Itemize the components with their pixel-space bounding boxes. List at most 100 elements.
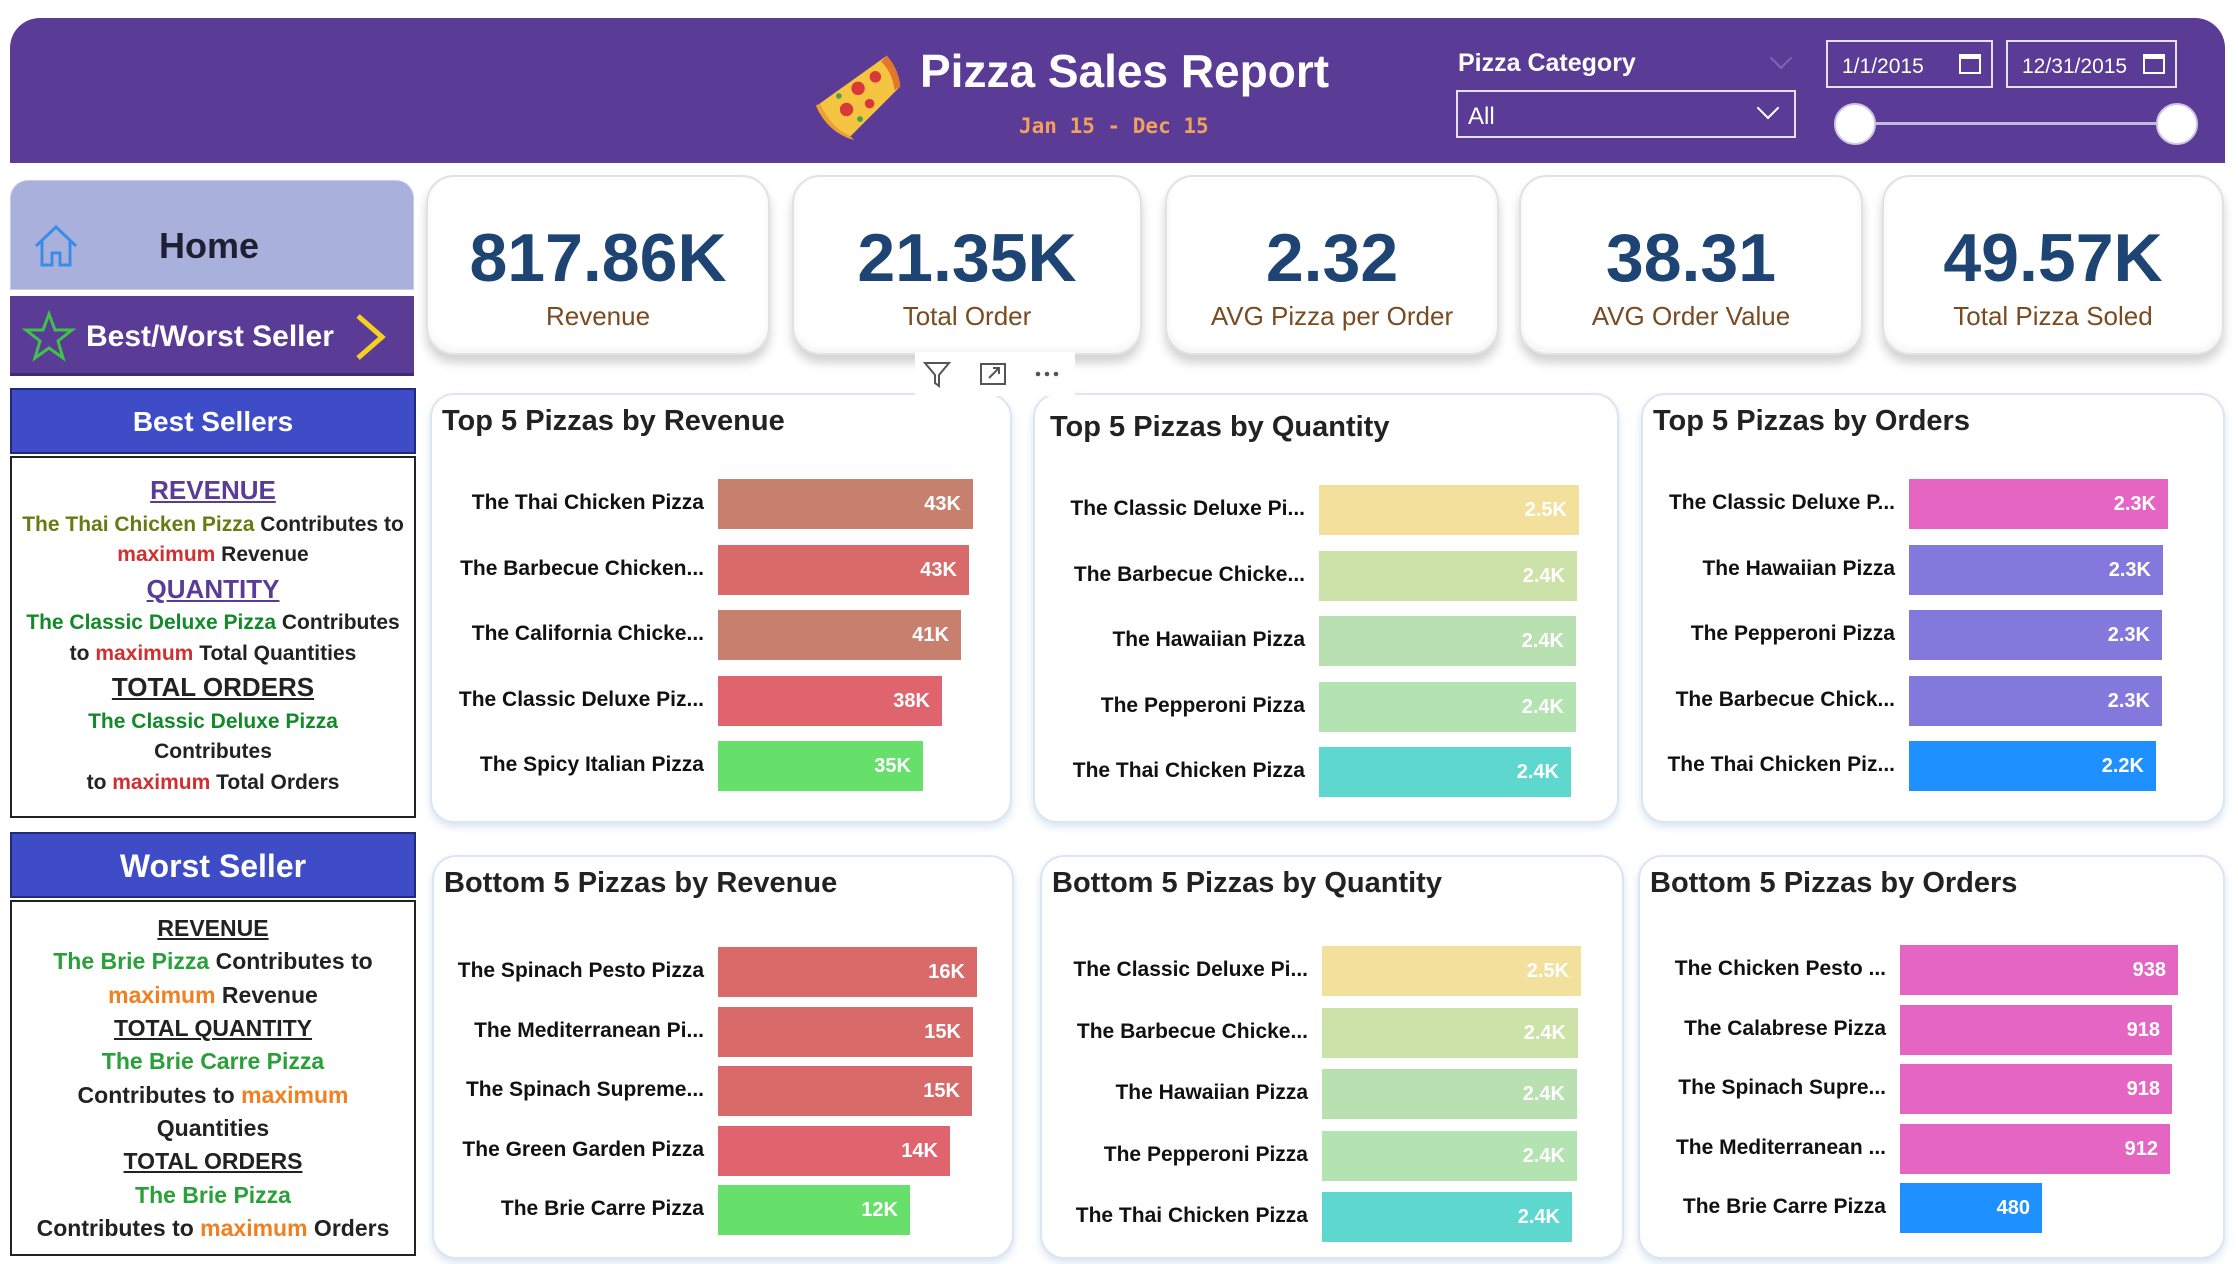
bar-row[interactable]: The Barbecue Chick... 2.3K [1643, 675, 2187, 726]
start-date-input[interactable]: 1/1/2015 [1826, 40, 1993, 88]
chart-card-top-quantity[interactable]: Top 5 Pizzas by Quantity The Classic Del… [1033, 393, 1619, 823]
bar[interactable]: 2.4K [1319, 681, 1576, 732]
more-options-icon[interactable] [1031, 358, 1063, 390]
bar-row[interactable]: The Spinach Pesto Pizza 16K [434, 947, 992, 997]
bar-row[interactable]: The Thai Chicken Pizza 43K [432, 479, 1000, 529]
bar[interactable]: 35K [718, 741, 923, 791]
bar[interactable]: 14K [718, 1125, 950, 1176]
bar[interactable]: 918 [1900, 1004, 2172, 1055]
bar[interactable]: 15K [718, 1006, 973, 1057]
worst-quantity-word: Quantities [156, 1115, 270, 1142]
bar-row[interactable]: The Spinach Supreme... 15K [434, 1066, 992, 1116]
bar-category-label: The Thai Chicken Pizza [1075, 1204, 1308, 1227]
bar-category-label: The Spinach Pesto Pizza [457, 959, 704, 982]
bar[interactable]: 2.4K [1319, 747, 1571, 797]
bar[interactable]: 2.4K [1319, 550, 1577, 601]
date-range-slider-end-handle[interactable] [2156, 103, 2198, 145]
bar-category-label: The Green Garden Pizza [462, 1137, 704, 1161]
chart-title: Bottom 5 Pizzas by Quantity [1052, 867, 1442, 899]
chart-card-bottom-revenue[interactable]: Bottom 5 Pizzas by Revenue The Spinach P… [432, 855, 1014, 1259]
bar-row[interactable]: The Barbecue Chicken... 43K [432, 544, 1000, 595]
bar-row[interactable]: The Pepperoni Pizza 2.4K [1035, 681, 1595, 732]
bar-row[interactable]: The Hawaiian Pizza 2.4K [1042, 1069, 1596, 1119]
bar-row[interactable]: The Classic Deluxe Pi... 2.5K [1042, 946, 1596, 996]
bar-row[interactable]: The Thai Chicken Pizza 2.4K [1035, 747, 1595, 797]
kpi-value: 49.57K [1943, 220, 2163, 296]
bar[interactable]: 2.5K [1319, 485, 1579, 535]
bar[interactable]: 912 [1900, 1123, 2170, 1174]
bar[interactable]: 2.3K [1909, 610, 2162, 660]
bar-row[interactable]: The Green Garden Pizza 14K [434, 1125, 992, 1176]
end-date-input[interactable]: 12/31/2015 [2006, 40, 2177, 88]
bar[interactable]: 938 [1900, 945, 2178, 995]
bar[interactable]: 12K [718, 1185, 910, 1235]
home-nav-button[interactable]: Home [10, 180, 414, 290]
chart-card-top-revenue[interactable]: Top 5 Pizzas by Revenue The Thai Chicken… [430, 393, 1012, 823]
calendar-icon[interactable] [2143, 54, 2165, 74]
bar-category-label: The Spicy Italian Pizza [479, 753, 704, 776]
bar-row[interactable]: The Barbecue Chicke... 2.4K [1035, 550, 1595, 601]
bar-row[interactable]: The California Chicke... 41K [432, 610, 1000, 660]
worst-orders-word: Orders [307, 1215, 390, 1242]
pizza-category-dropdown[interactable]: All [1456, 90, 1796, 138]
chevron-right-icon [356, 314, 386, 360]
kpi-value: 38.31 [1605, 220, 1777, 296]
bar[interactable]: 43K [718, 479, 973, 529]
bar-row[interactable]: The Thai Chicken Pizza 2.4K [1042, 1192, 1596, 1242]
bar[interactable]: 2.4K [1322, 1007, 1578, 1058]
bar-row[interactable]: The Hawaiian Pizza 2.4K [1035, 616, 1595, 666]
chevron-down-icon[interactable] [1769, 46, 1793, 70]
best-quantity-word: Total Quantities [193, 641, 357, 665]
bar[interactable]: 2.4K [1322, 1192, 1572, 1242]
bar[interactable]: 15K [718, 1066, 972, 1116]
bar[interactable]: 41K [718, 610, 961, 660]
bar[interactable]: 2.3K [1909, 544, 2163, 595]
date-range-slider-start-handle[interactable] [1834, 103, 1876, 145]
worst-revenue-pizza: The Brie Pizza [53, 948, 210, 975]
bar-row[interactable]: The Classic Deluxe Piz... 38K [432, 675, 1000, 726]
bar-value-label: 2.4K [1521, 630, 1564, 652]
bar-row[interactable]: The Classic Deluxe Pi... 2.5K [1035, 485, 1595, 535]
chart-card-top-orders[interactable]: Top 5 Pizzas by Orders The Classic Delux… [1641, 393, 2225, 823]
bar[interactable]: 918 [1900, 1064, 2172, 1114]
best-worst-seller-nav-button[interactable]: Best/Worst Seller [10, 296, 414, 376]
bar-row[interactable]: The Mediterranean ... 912 [1640, 1123, 2190, 1174]
bar[interactable]: 2.4K [1319, 616, 1576, 666]
chart-card-bottom-quantity[interactable]: Bottom 5 Pizzas by Quantity The Classic … [1040, 855, 1624, 1259]
bar[interactable]: 16K [718, 947, 977, 997]
bar[interactable]: 2.2K [1909, 741, 2156, 791]
pizza-slice-icon [815, 55, 901, 141]
best-sellers-panel: REVENUE The Thai Chicken Pizza Contribut… [10, 456, 416, 818]
chart-title: Top 5 Pizzas by Orders [1653, 405, 1970, 437]
chart-card-bottom-orders[interactable]: Bottom 5 Pizzas by Orders The Chicken Pe… [1638, 855, 2225, 1259]
filter-icon[interactable] [921, 358, 953, 390]
bar-value-label: 2.3K [2113, 493, 2156, 515]
calendar-icon[interactable] [1959, 54, 1981, 74]
bar[interactable]: 480 [1900, 1183, 2042, 1233]
focus-mode-icon[interactable] [977, 358, 1009, 390]
bar-row[interactable]: The Brie Carre Pizza 480 [1640, 1183, 2190, 1233]
bar-row[interactable]: The Pepperoni Pizza 2.4K [1042, 1130, 1596, 1181]
date-range-slider-track[interactable] [1855, 122, 2177, 125]
worst-orders-contrib: Contributes to [36, 1215, 201, 1242]
bar-row[interactable]: The Hawaiian Pizza 2.3K [1643, 544, 2187, 595]
bar-row[interactable]: The Barbecue Chicke... 2.4K [1042, 1007, 1596, 1058]
bar[interactable]: 38K [718, 675, 942, 726]
bar-value-label: 938 [2132, 959, 2166, 981]
bar-row[interactable]: The Classic Deluxe P... 2.3K [1643, 479, 2187, 529]
bar-row[interactable]: The Thai Chicken Piz... 2.2K [1643, 741, 2187, 791]
bar[interactable]: 2.5K [1322, 946, 1581, 996]
bar[interactable]: 2.3K [1909, 479, 2168, 529]
bar-row[interactable]: The Chicken Pesto ... 938 [1640, 945, 2190, 995]
bar-row[interactable]: The Spicy Italian Pizza 35K [432, 741, 1000, 791]
report-header: Pizza Sales Report Jan 15 - Dec 15 Pizza… [10, 18, 2225, 163]
bar[interactable]: 2.4K [1322, 1069, 1577, 1119]
bar-row[interactable]: The Brie Carre Pizza 12K [434, 1185, 992, 1235]
bar-row[interactable]: The Spinach Supre... 918 [1640, 1064, 2190, 1114]
bar[interactable]: 43K [718, 544, 969, 595]
bar-row[interactable]: The Calabrese Pizza 918 [1640, 1004, 2190, 1055]
bar[interactable]: 2.4K [1322, 1130, 1577, 1181]
bar-row[interactable]: The Mediterranean Pi... 15K [434, 1006, 992, 1057]
bar[interactable]: 2.3K [1909, 675, 2162, 726]
bar-row[interactable]: The Pepperoni Pizza 2.3K [1643, 610, 2187, 660]
